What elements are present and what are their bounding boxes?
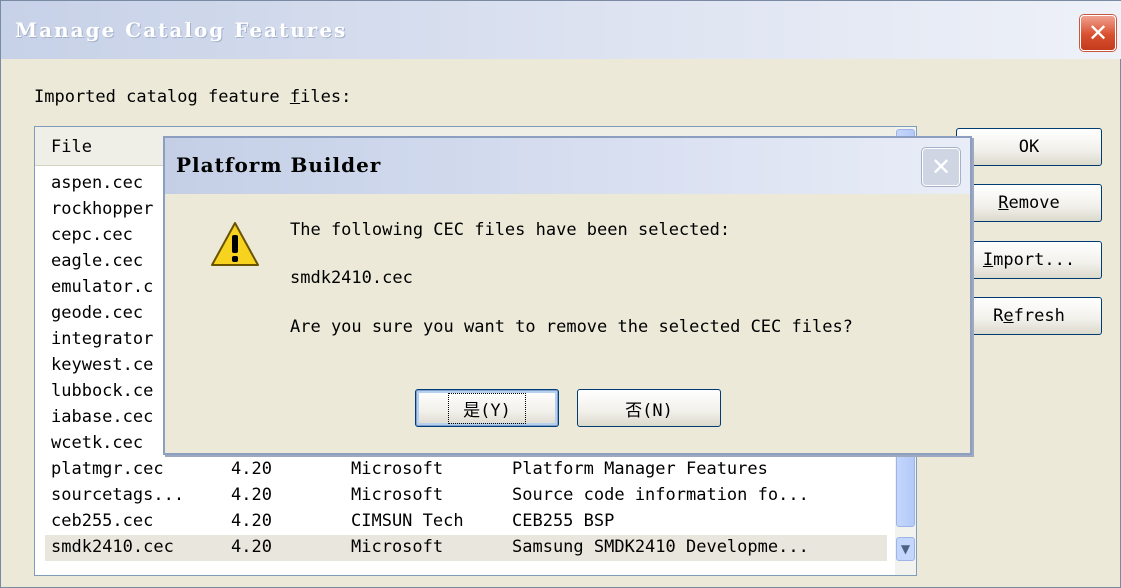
list-item[interactable]: sourcetags... 4.20 Microsoft Source code in…	[45, 483, 887, 509]
dialog-title-bar[interactable]: Platform Builder ✕	[165, 138, 970, 194]
file-cell: eagle.cec	[51, 251, 144, 271]
list-item[interactable]: ceb255.cec 4.20 CIMSUN Tech CEB255 BSP	[45, 509, 887, 535]
no-button[interactable]: 否(N)	[577, 389, 721, 427]
file-cell: emulator.c	[51, 277, 154, 297]
window-close-button[interactable]: ✕	[1080, 15, 1116, 51]
dialog-confirm-question: Are you sure you want to remove the sele…	[290, 317, 853, 337]
vendor-cell: Microsoft	[351, 459, 444, 479]
version-cell: 4.20	[231, 511, 272, 531]
dialog-message-line1: The following CEC files have been select…	[290, 220, 731, 240]
close-icon: ✕	[930, 153, 952, 181]
vendor-cell: CIMSUN Tech	[351, 511, 464, 531]
file-cell: ceb255.cec	[51, 511, 154, 531]
dialog-title: Platform Builder	[176, 153, 382, 177]
file-cell: cepc.cec	[51, 225, 133, 245]
vendor-cell: Microsoft	[351, 485, 444, 505]
description-cell: Source code information fo...	[512, 485, 809, 505]
scroll-down-button[interactable]: ▼	[896, 537, 915, 561]
file-cell: iabase.cec	[51, 407, 154, 427]
dialog-selected-file: smdk2410.cec	[290, 268, 413, 288]
description-cell: Samsung SMDK2410 Developme...	[512, 537, 809, 557]
file-cell: sourcetags...	[51, 485, 185, 505]
close-icon: ✕	[1087, 19, 1109, 47]
file-cell: keywest.ce	[51, 355, 154, 375]
import-button[interactable]: Import...	[956, 241, 1102, 279]
yes-button[interactable]: 是(Y)	[415, 389, 559, 427]
vendor-cell: Microsoft	[351, 537, 444, 557]
list-item[interactable]: platmgr.cec 4.20 Microsoft Platform Manager…	[45, 457, 887, 483]
list-item[interactable]: smdk2410.cec 4.20 Microsoft Samsung SMDK241…	[45, 535, 887, 561]
file-cell: platmgr.cec	[51, 459, 164, 479]
file-cell: wcetk.cec	[51, 433, 144, 453]
description-cell: CEB255 BSP	[512, 511, 615, 531]
dialog-close-button[interactable]: ✕	[922, 148, 960, 186]
file-cell: lubbock.ce	[51, 381, 154, 401]
version-cell: 4.20	[231, 485, 272, 505]
ok-button[interactable]: OK	[956, 128, 1102, 166]
file-cell: geode.cec	[51, 303, 144, 323]
imported-files-label: Imported catalog feature files:	[34, 87, 352, 107]
file-cell: rockhopper	[51, 199, 154, 219]
file-cell: integrator	[51, 329, 154, 349]
remove-button[interactable]: Remove	[956, 184, 1102, 222]
refresh-button[interactable]: Re fresh	[956, 297, 1102, 335]
file-cell: aspen.cec	[51, 173, 144, 193]
file-cell: smdk2410.cec	[51, 537, 174, 557]
version-cell: 4.20	[231, 537, 272, 557]
window-title: Manage Catalog Features	[15, 18, 348, 42]
version-cell: 4.20	[231, 459, 272, 479]
platform-builder-dialog: Platform Builder ✕ The following CEC fil…	[163, 136, 972, 455]
chevron-down-icon: ▼	[900, 542, 911, 556]
window-title-bar[interactable]: Manage Catalog Features ✕	[1, 1, 1121, 59]
description-cell: Platform Manager Features	[512, 459, 768, 479]
warning-icon	[211, 222, 259, 266]
